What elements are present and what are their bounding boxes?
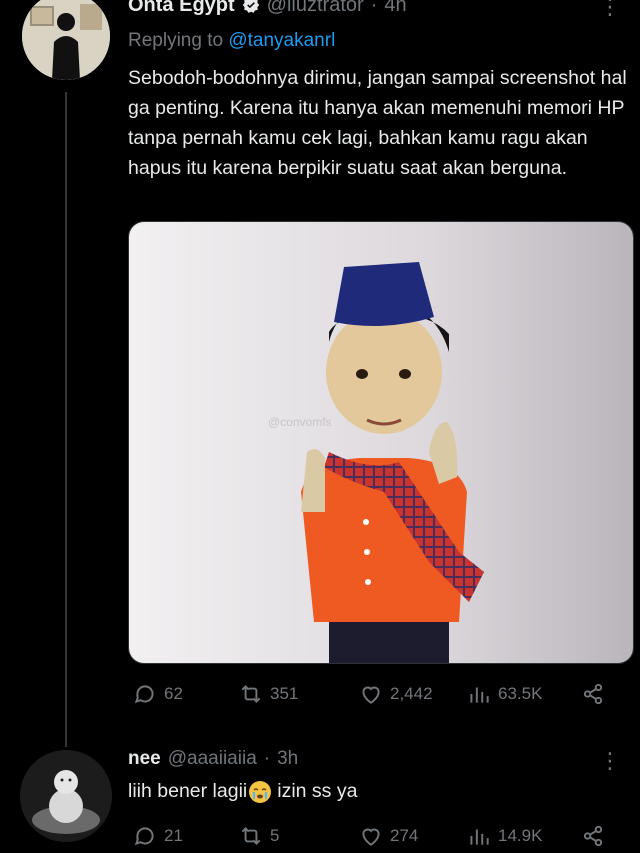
reply-time[interactable]: 3h bbox=[277, 748, 298, 770]
avatar-image bbox=[20, 750, 112, 842]
share-button[interactable] bbox=[580, 681, 606, 707]
views-count: 14.9K bbox=[498, 826, 543, 845]
reply-count: 62 bbox=[164, 684, 183, 703]
tweet-actions: 62 351 2,442 63.5K bbox=[128, 681, 618, 709]
reply-text: liih bener lagii izin ss ya bbox=[128, 780, 357, 803]
reply-button[interactable]: 62 bbox=[132, 681, 183, 707]
views-count: 63.5K bbox=[498, 684, 543, 703]
verified-icon bbox=[242, 0, 259, 13]
reply-actions: 21 5 274 14.9K bbox=[128, 823, 618, 851]
share-button[interactable] bbox=[580, 823, 606, 849]
tweet-text: Sebodoh-bodohnya dirimu, jangan sampai s… bbox=[128, 67, 627, 179]
retweet-count: 5 bbox=[270, 826, 280, 845]
tweet-time[interactable]: 4h bbox=[384, 0, 406, 17]
tweet-image[interactable] bbox=[128, 221, 634, 664]
replying-to-link[interactable]: @tanyakanrl bbox=[228, 30, 335, 51]
tweet-header: Onta Egypt @iluztrator · 4h bbox=[128, 0, 407, 16]
reply-icon bbox=[134, 685, 154, 704]
thread-line bbox=[65, 92, 67, 747]
separator-dot: · bbox=[370, 0, 378, 16]
reply-text-end: izin ss ya bbox=[277, 780, 358, 802]
views-button[interactable]: 63.5K bbox=[466, 681, 542, 707]
share-icon bbox=[583, 683, 603, 705]
reply-header: nee @aaaiiaiia · 3h bbox=[128, 748, 298, 770]
reply-author-handle[interactable]: @aaaiiaiia bbox=[168, 748, 257, 770]
like-button[interactable]: 2,442 bbox=[358, 681, 433, 707]
like-count: 2,442 bbox=[390, 684, 433, 703]
views-icon bbox=[470, 687, 489, 703]
like-button[interactable]: 274 bbox=[358, 823, 418, 849]
share-icon bbox=[583, 825, 603, 847]
crying-emoji bbox=[249, 780, 272, 803]
like-count: 274 bbox=[390, 826, 419, 845]
views-button[interactable]: 14.9K bbox=[466, 823, 542, 849]
reply-icon bbox=[134, 827, 154, 846]
reply-text-start: liih bener lagii bbox=[128, 780, 248, 802]
views-icon bbox=[470, 829, 489, 845]
replying-prefix: Replying to bbox=[128, 30, 224, 51]
like-icon bbox=[362, 686, 380, 704]
more-icon[interactable]: ⋮ bbox=[599, 748, 621, 774]
reply-author-name[interactable]: nee bbox=[128, 748, 161, 770]
reply-button[interactable]: 21 bbox=[132, 823, 183, 849]
retweet-icon bbox=[241, 827, 261, 845]
avatar[interactable] bbox=[22, 0, 110, 80]
avatar-image bbox=[22, 0, 110, 80]
retweet-count: 351 bbox=[270, 684, 299, 703]
more-icon[interactable]: ⋮ bbox=[599, 0, 621, 20]
author-name[interactable]: Onta Egypt bbox=[128, 0, 235, 17]
retweet-button[interactable]: 5 bbox=[238, 823, 279, 849]
replying-to: Replying to @tanyakanrl bbox=[128, 30, 335, 52]
puppet-photo bbox=[129, 222, 633, 663]
retweet-icon bbox=[241, 685, 261, 703]
media-watermark: @convomfs bbox=[268, 415, 332, 429]
reply-count: 21 bbox=[164, 826, 183, 845]
reply-avatar[interactable] bbox=[20, 750, 112, 842]
separator-dot: · bbox=[263, 748, 271, 769]
retweet-button[interactable]: 351 bbox=[238, 681, 298, 707]
author-handle[interactable]: @iluztrator bbox=[267, 0, 364, 17]
like-icon bbox=[362, 828, 380, 846]
